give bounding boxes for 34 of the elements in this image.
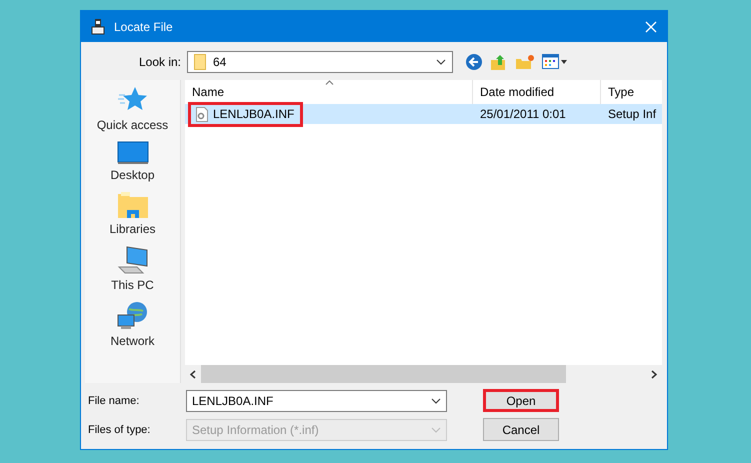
scanner-icon [91, 18, 105, 34]
sidebar-item[interactable]: Libraries [88, 190, 178, 237]
scroll-right-icon[interactable] [651, 370, 657, 378]
open-button[interactable]: Open [483, 389, 559, 412]
settings-file-icon [196, 106, 208, 122]
table-cell: LENLJB0A.INF [213, 107, 294, 121]
file-row[interactable]: LENLJB0A.INF 25/01/2011 0:01 Setup Inf [185, 104, 662, 124]
view-menu-icon[interactable] [542, 54, 568, 70]
sort-caret-icon [325, 80, 334, 85]
folder-icon [194, 54, 206, 70]
folder-icon [116, 191, 148, 219]
look-in-label: Look in: [138, 55, 182, 69]
file-name-label: File name: [88, 394, 140, 406]
new-folder-icon[interactable] [515, 54, 535, 70]
network-globe-icon [116, 301, 148, 331]
computer-icon [116, 245, 148, 275]
sidebar-item[interactable]: Quick access [88, 84, 178, 133]
sidebar-item[interactable]: Desktop [88, 140, 178, 183]
chevron-down-icon [436, 59, 446, 65]
sidebar-item[interactable]: Network [88, 300, 178, 349]
chevron-down-icon [431, 398, 441, 404]
cancel-button[interactable]: Cancel [483, 418, 559, 441]
column-header[interactable]: Type [601, 80, 662, 104]
monitor-icon [116, 141, 148, 165]
file-type-label: Files of type: [88, 424, 152, 436]
close-icon[interactable] [645, 20, 657, 32]
sidebar-item[interactable]: This PC [88, 244, 178, 293]
window-title: Locate File [114, 20, 174, 34]
scroll-left-icon[interactable] [190, 370, 196, 378]
look-in-dropdown[interactable]: 64 [187, 51, 453, 73]
chevron-down-icon [431, 426, 441, 432]
table-cell: 25/01/2011 0:01 [480, 107, 566, 121]
table-cell: Setup Inf [608, 107, 656, 121]
file-name-field[interactable]: LENLJB0A.INF [186, 390, 447, 412]
